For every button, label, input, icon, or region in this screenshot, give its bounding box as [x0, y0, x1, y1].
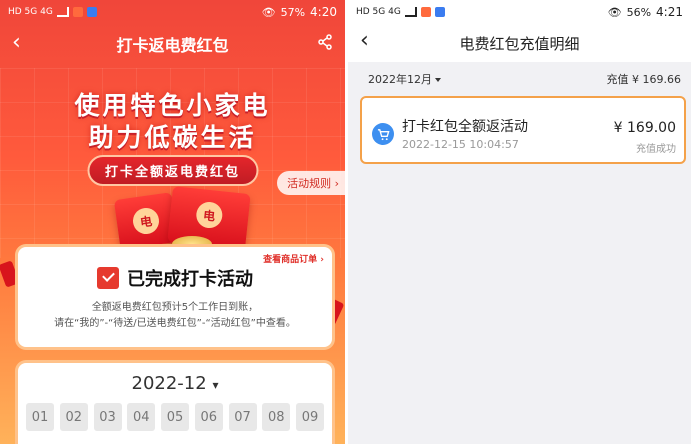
clock: 4:21 — [656, 5, 683, 19]
app-badge-icon — [420, 7, 431, 17]
page-title: 电费红包充值明细 — [459, 34, 580, 53]
eye-icon: 👁 — [607, 5, 622, 19]
calendar-day[interactable]: 07 — [228, 403, 257, 431]
checkin-calendar: 2022-12 ▾ 01 02 03 04 05 06 07 08 09 — [18, 363, 332, 444]
recharge-record[interactable]: 打卡红包全额返活动 2022-12-15 10:04:57 ¥ 169.00 充… — [360, 96, 686, 164]
calendar-day[interactable]: 05 — [161, 403, 189, 431]
share-icon[interactable] — [317, 34, 333, 54]
headline-line-1: 使用特色小家电 — [74, 91, 271, 120]
right-screen: HD 5G 4G 👁 56% 4:21 ‹ 电费红包充值明细 2022年12月 … — [348, 0, 691, 444]
calendar-day[interactable]: 03 — [93, 403, 122, 431]
calendar-day[interactable]: 09 — [296, 403, 324, 431]
signal-icon — [404, 7, 417, 17]
month-filter[interactable]: 2022年12月 — [368, 71, 441, 87]
calendar-check-icon — [97, 267, 119, 289]
left-screen: HD 5G 4G 👁 57% 4:20 ‹ 打卡返电费红包 使用特色小家电 助力… — [0, 0, 345, 444]
network-label: HD 5G 4G — [356, 7, 401, 17]
calendar-day[interactable]: 08 — [262, 403, 291, 431]
app-badge-icon — [86, 7, 97, 17]
dropdown-caret-icon — [435, 78, 441, 82]
calendar-day[interactable]: 04 — [127, 403, 156, 431]
calendar-day[interactable]: 01 — [26, 403, 54, 431]
network-indicators: HD 5G 4G — [356, 7, 445, 17]
network-label: HD 5G 4G — [8, 7, 53, 17]
month-selector[interactable]: 2022-12 ▾ — [18, 373, 332, 394]
headline-line-2: 助力低碳生活 — [88, 123, 257, 152]
completion-status: 已完成打卡活动 — [127, 269, 253, 290]
nav-bar: ‹ 打卡返电费红包 — [0, 24, 345, 64]
status-bar: HD 5G 4G 👁 57% 4:20 — [0, 0, 345, 24]
checkin-complete-card: 查看商品订单 › 已完成打卡活动 全额返电费红包预计5个工作日到账， 请在“我的… — [18, 247, 332, 347]
back-arrow-icon[interactable]: ‹ — [360, 30, 369, 52]
calendar-day[interactable]: 06 — [194, 403, 223, 431]
dropdown-caret-icon: ▾ — [212, 378, 219, 392]
eye-icon: 👁 — [261, 5, 276, 19]
status-bar: HD 5G 4G 👁 56% 4:21 — [348, 0, 691, 24]
rules-label: 活动规则 — [287, 177, 332, 190]
cart-icon — [372, 123, 394, 145]
payout-note: 全额返电费红包预计5个工作日到账， 请在“我的”-“待送/已送电费红包”-“活动… — [54, 302, 296, 329]
calendar-day[interactable]: 02 — [59, 403, 88, 431]
page-title: 打卡返电费红包 — [116, 36, 229, 55]
record-status: 充值成功 — [636, 144, 676, 155]
day-grid: 01 02 03 04 05 06 07 08 09 — [26, 403, 324, 431]
signal-icon — [56, 7, 69, 17]
recharge-total: 充值 ¥ 169.66 — [606, 73, 681, 86]
record-time: 2022-12-15 10:04:57 — [402, 138, 519, 151]
rules-button[interactable]: 活动规则 › — [277, 171, 345, 195]
record-amount: ¥ 169.00 — [613, 120, 676, 136]
back-arrow-icon[interactable]: ‹ — [12, 32, 21, 54]
view-orders-link[interactable]: 查看商品订单 › — [263, 252, 324, 265]
clock: 4:20 — [310, 5, 337, 19]
envelope-seal: 电 — [131, 206, 161, 236]
record-title: 打卡红包全额返活动 — [402, 119, 528, 135]
network-indicators: HD 5G 4G — [8, 7, 97, 17]
nav-bar: ‹ 电费红包充值明细 — [348, 24, 691, 62]
app-badge-icon — [434, 7, 445, 17]
battery-label: 57% — [280, 5, 306, 19]
decorative-envelope — [0, 260, 20, 288]
hero-banner: 使用特色小家电 助力低碳生活 打卡全额返电费红包 活动规则 › 电 电 — [0, 68, 345, 258]
battery-label: 56% — [626, 5, 652, 19]
promo-tag: 打卡全额返电费红包 — [86, 155, 259, 186]
envelope-seal: 电 — [195, 200, 224, 230]
month-summary: 2022年12月 充值 ¥ 169.66 — [348, 68, 691, 90]
app-badge-icon — [72, 7, 83, 17]
